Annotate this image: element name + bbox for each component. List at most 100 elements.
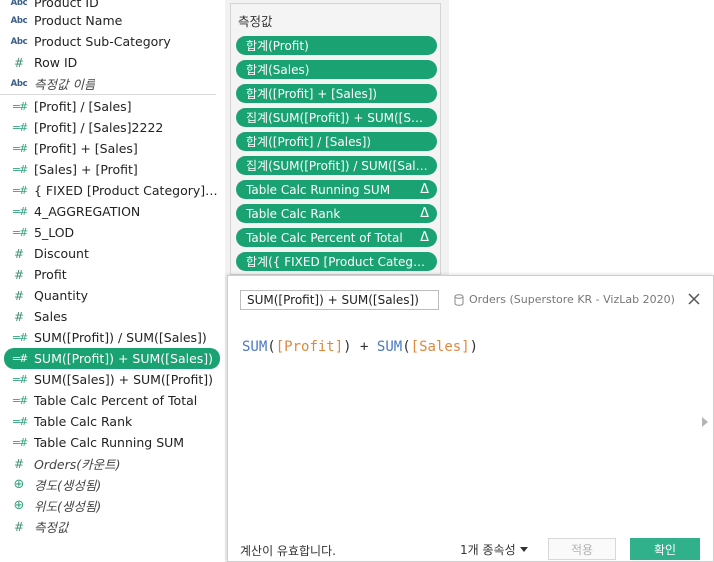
formula-text-area[interactable]: SUM([Profit]) + SUM([Sales]) xyxy=(242,339,478,355)
field-item[interactable]: Abc 측정값 이름 xyxy=(4,73,220,94)
number-type-icon: # xyxy=(13,519,25,534)
measure-pill[interactable]: 합계(Profit) xyxy=(236,36,437,55)
string-type-icon: Abc xyxy=(10,36,28,47)
field-item[interactable]: =# 5_LOD xyxy=(4,222,220,243)
measure-pill[interactable]: Table Calc Running SUM Δ xyxy=(236,180,437,199)
expand-arrow-icon[interactable] xyxy=(702,417,708,427)
field-item-label: 측정값 이름 xyxy=(34,77,96,92)
field-item-label: 위도(생성됨) xyxy=(34,499,102,514)
field-item[interactable]: =# { FIXED [Product Category] : S... xyxy=(4,180,220,201)
field-item[interactable]: ⊕ 경도(생성됨) xyxy=(4,474,220,495)
field-item-label: Quantity xyxy=(34,288,89,303)
calculated-field-icon: =# xyxy=(11,205,28,218)
data-source-label: Orders (Superstore KR - VizLab 2020) xyxy=(454,293,675,306)
validation-status: 계산이 유효합니다. xyxy=(240,544,336,558)
field-item-label: Table Calc Percent of Total xyxy=(34,393,198,408)
apply-button[interactable]: 적용 xyxy=(548,538,616,560)
field-item-label: SUM([Profit]) + SUM([Sales]) xyxy=(34,351,214,366)
field-item[interactable]: =# 4_AGGREGATION xyxy=(4,201,220,222)
formula-paren-close-2: ) xyxy=(469,339,479,355)
formula-paren-open-1: ( xyxy=(267,339,276,355)
field-item[interactable]: # Row ID xyxy=(4,52,220,73)
field-item-label: Discount xyxy=(34,246,89,261)
number-type-icon: # xyxy=(13,288,25,303)
field-item[interactable]: =# Table Calc Percent of Total xyxy=(4,390,220,411)
field-item-label: 5_LOD xyxy=(34,225,75,240)
ok-button[interactable]: 확인 xyxy=(630,538,700,560)
field-item-label: SUM([Profit]) / SUM([Sales]) xyxy=(34,330,207,345)
data-source-name: Orders (Superstore KR - VizLab 2020) xyxy=(469,293,675,306)
field-item[interactable]: Abc Product Name xyxy=(4,10,220,31)
field-item[interactable]: =# SUM([Profit]) + SUM([Sales]) xyxy=(4,348,220,369)
dependencies-label: 1개 종속성 xyxy=(460,543,516,557)
field-item[interactable]: =# [Profit] / [Sales]2222 xyxy=(4,117,220,138)
measure-pill-label: 합계({ FIXED [Product Category].. xyxy=(246,255,429,269)
measure-pill-label: 합계(Profit) xyxy=(246,39,309,53)
measure-pill[interactable]: 합계([Profit] + [Sales]) xyxy=(236,84,437,103)
field-item-label: SUM([Sales]) + SUM([Profit]) xyxy=(34,372,214,387)
field-item-label: Sales xyxy=(34,309,68,324)
formula-function-1: SUM xyxy=(242,339,268,355)
field-item-label: Row ID xyxy=(34,55,78,70)
geo-globe-icon: ⊕ xyxy=(13,498,25,513)
measure-pill[interactable]: 집계(SUM([Profit]) + SUM([Sales.. xyxy=(236,108,437,127)
field-item[interactable]: =# [Sales] + [Profit] xyxy=(4,159,220,180)
field-item-label: Product Name xyxy=(34,13,123,28)
field-item[interactable]: # Orders(카운트) xyxy=(4,453,220,474)
measure-pill-label: 집계(SUM([Profit]) / SUM([Sales])) xyxy=(246,159,429,173)
measure-pill[interactable]: Table Calc Rank Δ xyxy=(236,204,437,223)
field-item[interactable]: =# Table Calc Rank xyxy=(4,411,220,432)
measure-pill[interactable]: 합계({ FIXED [Product Category].. xyxy=(236,252,437,271)
measure-pill[interactable]: 합계(Sales) xyxy=(236,60,437,79)
string-type-icon: Abc xyxy=(10,15,28,26)
field-item-label: [Profit] / [Sales] xyxy=(34,99,132,114)
calc-name-input[interactable] xyxy=(240,290,439,310)
geo-globe-icon: ⊕ xyxy=(13,477,25,492)
measure-pill-label: 합계([Profit] + [Sales]) xyxy=(246,87,378,101)
measure-pill[interactable]: Table Calc Percent of Total Δ xyxy=(236,228,437,247)
calculated-field-icon: =# xyxy=(11,436,28,449)
measure-values-card: 측정값 합계(Profit) 합계(Sales) 합계([Profit] + [Sa… xyxy=(230,3,441,275)
calculated-field-icon: =# xyxy=(11,184,28,197)
field-item-label: Table Calc Running SUM xyxy=(34,435,185,450)
calculated-field-icon: =# xyxy=(11,373,28,386)
field-group-divider xyxy=(0,94,216,95)
field-item[interactable]: =# [Profit] + [Sales] xyxy=(4,138,220,159)
field-item[interactable]: # Sales xyxy=(4,306,220,327)
field-item-label: Orders(카운트) xyxy=(34,457,121,472)
field-item-label: [Profit] + [Sales] xyxy=(34,141,138,156)
field-item-label: [Sales] + [Profit] xyxy=(34,162,138,177)
string-type-icon: Abc xyxy=(10,0,28,8)
field-item[interactable]: =# SUM([Sales]) + SUM([Profit]) xyxy=(4,369,220,390)
measure-pill[interactable]: 집계(SUM([Profit]) / SUM([Sales])) xyxy=(236,156,437,175)
field-item[interactable]: Abc Product Sub-Category xyxy=(4,31,220,52)
field-item[interactable]: =# SUM([Profit]) / SUM([Sales]) xyxy=(4,327,220,348)
field-item[interactable]: # Profit xyxy=(4,264,220,285)
number-type-icon: # xyxy=(13,267,25,282)
number-type-icon: # xyxy=(13,55,25,70)
calculated-field-icon: =# xyxy=(11,121,28,134)
calculated-field-icon: =# xyxy=(11,226,28,239)
calculated-field-icon: =# xyxy=(11,100,28,113)
close-icon[interactable] xyxy=(686,291,702,307)
field-item-label: Product ID xyxy=(34,0,99,10)
measure-pill-label: 집계(SUM([Profit]) + SUM([Sales.. xyxy=(246,111,429,125)
field-item-label: 4_AGGREGATION xyxy=(34,204,141,219)
calculation-editor: Orders (Superstore KR - VizLab 2020) SUM… xyxy=(227,275,714,562)
calculated-field-icon: =# xyxy=(11,415,28,428)
field-item[interactable]: =# Table Calc Running SUM xyxy=(4,432,220,453)
field-item-label: { FIXED [Product Category] : S... xyxy=(34,183,220,198)
field-item-label: 측정값 xyxy=(34,520,69,535)
field-item-label: Profit xyxy=(34,267,67,282)
field-item[interactable]: # Quantity xyxy=(4,285,220,306)
measure-pill-label: 합계([Profit] / [Sales]) xyxy=(246,135,372,149)
field-item[interactable]: # Discount xyxy=(4,243,220,264)
field-item[interactable]: =# [Profit] / [Sales] xyxy=(4,96,220,117)
field-item[interactable]: # 측정값 xyxy=(4,516,220,537)
string-type-icon: Abc xyxy=(10,78,28,89)
calculated-field-icon: =# xyxy=(11,352,28,365)
field-item[interactable]: ⊕ 위도(생성됨) xyxy=(4,495,220,516)
number-type-icon: # xyxy=(13,309,25,324)
measure-pill[interactable]: 합계([Profit] / [Sales]) xyxy=(236,132,437,151)
dependencies-dropdown[interactable]: 1개 종속성 xyxy=(460,541,528,558)
